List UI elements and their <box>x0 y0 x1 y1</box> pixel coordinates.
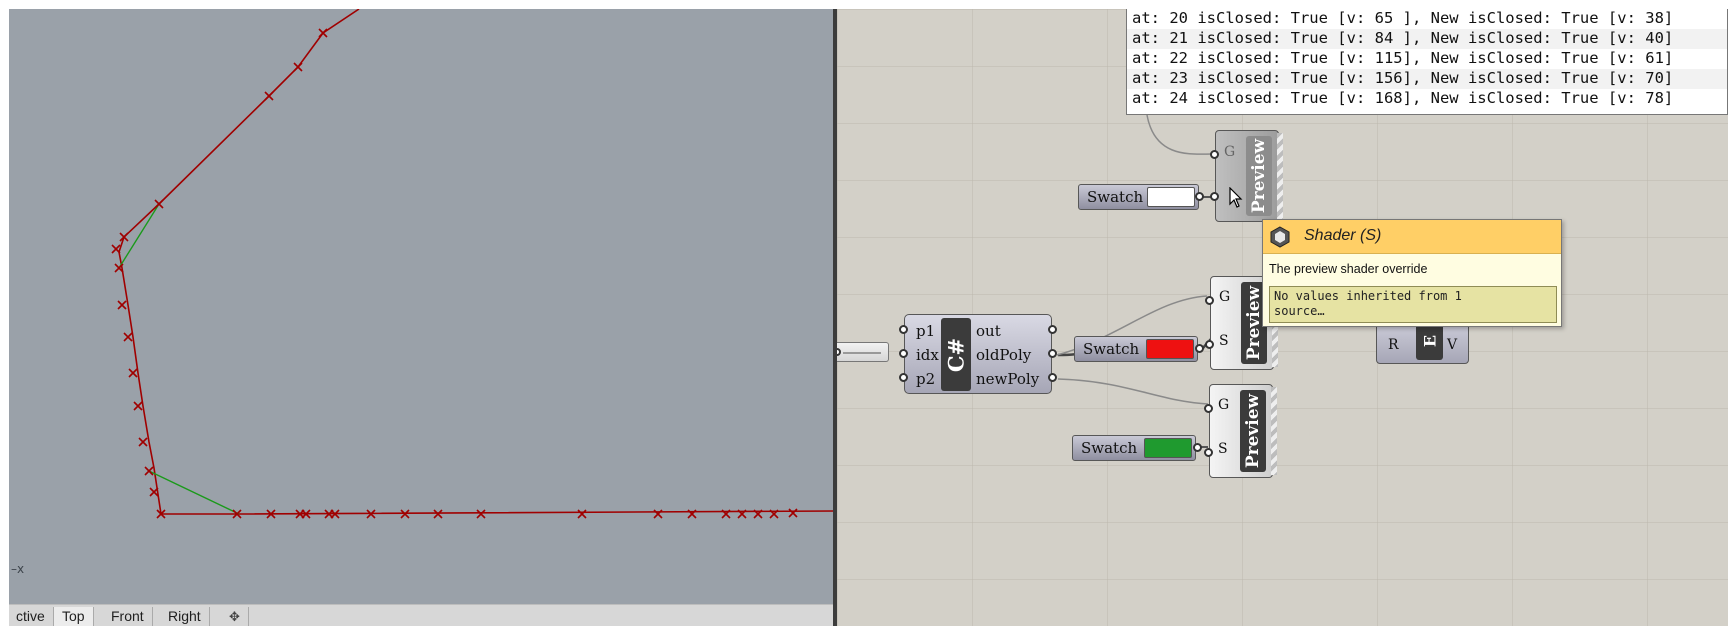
preview-title: Preview <box>1249 138 1269 214</box>
output-out-label: out <box>976 322 1001 340</box>
swatch-label: Swatch <box>1083 340 1140 358</box>
panel-line: at: 22 isClosed: True [v: 115], New isCl… <box>1132 49 1674 67</box>
swatch-label: Swatch <box>1081 439 1138 457</box>
preview-g-input-label: G <box>1218 397 1230 413</box>
csharp-newpoly-port[interactable] <box>1048 373 1057 382</box>
output-panel[interactable]: at: 20 isClosed: True [v: 65 ], New isCl… <box>1126 9 1728 115</box>
tooltip-note-line: No values inherited from 1 <box>1274 289 1462 303</box>
preview-s-input-label: S <box>1218 441 1228 457</box>
csharp-p2-port[interactable] <box>899 373 908 382</box>
viewport-geometry <box>111 9 835 519</box>
control-point-marker <box>111 244 121 254</box>
control-point-marker <box>138 437 148 447</box>
input-p1-label: p1 <box>916 322 936 340</box>
preview-component-top[interactable]: G Preview <box>1215 130 1283 222</box>
parameter-tooltip: Shader (S) The preview shader override N… <box>1262 219 1562 327</box>
tab-front[interactable]: Front <box>103 607 153 626</box>
swatch-color-red[interactable] <box>1146 339 1194 359</box>
swatch-output-port[interactable] <box>1193 443 1202 452</box>
hexagon-param-icon <box>1270 226 1290 248</box>
panel-line: at: 23 isClosed: True [v: 156], New isCl… <box>1127 69 1727 89</box>
preview-title: Preview <box>1243 393 1263 469</box>
swatch-color-white[interactable] <box>1147 187 1195 207</box>
preview-output-edge <box>1271 387 1277 475</box>
preview-title: Preview <box>1244 285 1264 361</box>
tab-perspective[interactable]: ctive <box>8 607 54 626</box>
slider-output-port[interactable] <box>837 348 841 356</box>
viewport-tabs: ctive Top Front Right ✥ <box>9 604 835 626</box>
panel-line: at: 24 isClosed: True [v: 168], New isCl… <box>1132 89 1674 107</box>
control-point-marker <box>133 401 143 411</box>
preview-title-plate: Preview <box>1246 136 1272 216</box>
tab-right[interactable]: Right <box>160 607 210 626</box>
control-point-marker <box>476 509 486 519</box>
swatch-output-port[interactable] <box>1195 192 1204 201</box>
preview-title-plate: Preview <box>1240 390 1266 472</box>
swatch-red[interactable]: Swatch <box>1074 336 1198 362</box>
csharp-idx-port[interactable] <box>899 349 908 358</box>
world-axis-label: –x <box>11 562 25 576</box>
control-point-marker <box>117 300 127 310</box>
preview-s-port[interactable] <box>1205 340 1214 349</box>
preview-g-port[interactable] <box>1210 150 1219 159</box>
control-point-marker <box>577 509 587 519</box>
preview-s-port[interactable] <box>1204 448 1213 457</box>
swatch-color-green[interactable] <box>1144 438 1192 458</box>
input-idx-label: idx <box>916 346 939 364</box>
add-tab-icon[interactable]: ✥ <box>221 607 249 626</box>
preview-g-input-label: G <box>1224 144 1236 160</box>
mouse-cursor-icon <box>1229 187 1243 208</box>
tooltip-header: Shader (S) <box>1263 220 1561 254</box>
slider-track[interactable] <box>843 352 881 354</box>
grasshopper-canvas[interactable]: at: 20 isClosed: True [v: 65 ], New isCl… <box>837 9 1728 626</box>
control-point-marker <box>154 199 164 209</box>
rhino-viewport[interactable]: –x <box>9 9 835 604</box>
panel-line: at: 21 isClosed: True [v: 84 ], New isCl… <box>1127 29 1727 49</box>
control-point-marker <box>400 509 410 519</box>
output-newpoly-label: newPoly <box>976 370 1040 388</box>
input-p2-label: p2 <box>916 370 936 388</box>
expression-output-label: V <box>1447 337 1458 353</box>
swatch-label: Swatch <box>1087 188 1144 206</box>
preview-component-green[interactable]: G S Preview <box>1209 384 1277 478</box>
csharp-oldpoly-port[interactable] <box>1048 349 1057 358</box>
panel-line: at: 20 isClosed: True [v: 65 ], New isCl… <box>1132 9 1674 27</box>
csharp-title: C# <box>943 337 969 372</box>
control-point-marker <box>318 28 328 38</box>
output-oldpoly-label: oldPoly <box>976 346 1032 364</box>
red-polyline <box>118 9 835 515</box>
tooltip-title: Shader (S) <box>1304 227 1382 244</box>
preview-g-port[interactable] <box>1205 296 1214 305</box>
swatch-white[interactable]: Swatch <box>1078 184 1199 210</box>
control-point-marker <box>788 508 798 518</box>
control-point-marker <box>433 509 443 519</box>
number-slider[interactable] <box>837 342 889 362</box>
tooltip-note: No values inherited from 1 source… <box>1269 286 1557 323</box>
swatch-output-port[interactable] <box>1195 344 1204 353</box>
control-point-marker <box>264 91 274 101</box>
control-point-marker <box>128 368 138 378</box>
csharp-script-component[interactable]: p1 idx p2 C# out oldPoly newPoly <box>904 314 1052 394</box>
expression-title: E <box>1420 335 1439 348</box>
control-point-marker <box>144 466 154 476</box>
swatch-green[interactable]: Swatch <box>1072 435 1196 461</box>
csharp-p1-port[interactable] <box>899 325 908 334</box>
csharp-title-plate: C# <box>941 318 971 391</box>
preview-g-port[interactable] <box>1204 404 1213 413</box>
tooltip-description: The preview shader override <box>1269 262 1428 276</box>
preview-output-edge <box>1277 133 1283 219</box>
csharp-out-port[interactable] <box>1048 325 1057 334</box>
tab-top[interactable]: Top <box>53 607 94 626</box>
green-segment-bottom <box>148 470 240 515</box>
preview-s-input-label: S <box>1219 333 1229 349</box>
control-point-marker <box>293 62 303 72</box>
control-point-marker <box>119 232 129 242</box>
preview-g-input-label: G <box>1219 289 1231 305</box>
control-point-marker <box>123 332 133 342</box>
control-point-marker <box>149 487 159 497</box>
preview-s-port[interactable] <box>1210 192 1219 201</box>
expression-input-label: R <box>1388 337 1399 353</box>
tooltip-note-line: source… <box>1274 304 1325 318</box>
